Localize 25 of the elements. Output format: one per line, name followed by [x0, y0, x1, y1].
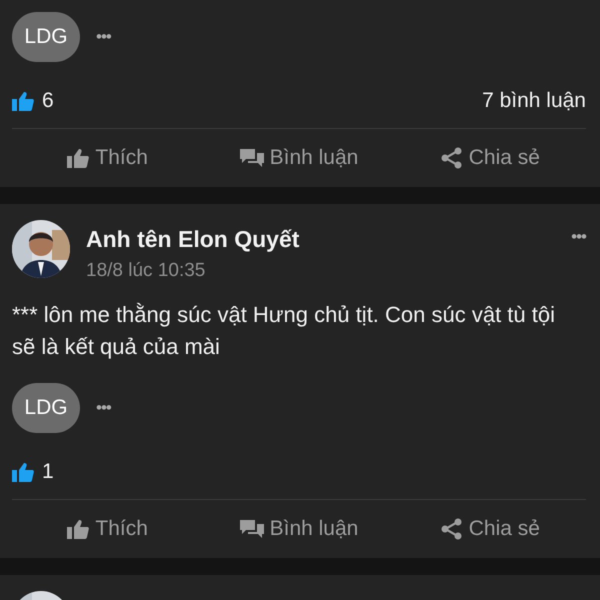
share-button[interactable]: Chia sẻ [440, 513, 540, 545]
comment-count[interactable]: 7 bình luận [482, 85, 586, 117]
reaction-chip[interactable]: LDG [12, 12, 80, 62]
more-reactions-button[interactable]: ••• [96, 395, 111, 421]
share-icon [440, 518, 463, 540]
comment-button[interactable]: Bình luận [240, 513, 358, 545]
like-button[interactable]: Thích [67, 513, 148, 545]
thumbs-up-icon [67, 519, 90, 539]
like-count[interactable]: 6 [42, 85, 54, 117]
author-name[interactable]: Anh tên Elon Quyết [86, 222, 300, 256]
share-button[interactable]: Chia sẻ [440, 142, 540, 174]
share-icon [440, 147, 463, 169]
thumbs-up-icon [67, 148, 90, 168]
like-button[interactable]: Thích [67, 142, 148, 174]
like-count[interactable]: 1 [42, 456, 54, 488]
thumbs-up-icon [12, 91, 34, 111]
more-options-button[interactable]: ••• [571, 224, 586, 250]
post-text: *** lôn me thằng súc vật Hưng chủ tịt. Con súc vật tù tội sẽ là kết quả của mài [12, 301, 556, 361]
chat-bubbles-icon [240, 148, 264, 168]
thumbs-up-icon [12, 462, 34, 482]
reaction-chip[interactable]: LDG [12, 383, 80, 433]
comment-button[interactable]: Bình luận [240, 142, 358, 174]
more-reactions-button[interactable]: ••• [96, 24, 111, 50]
post-time[interactable]: 18/8 lúc 10:35 [86, 256, 556, 285]
chat-bubbles-icon [240, 518, 264, 540]
